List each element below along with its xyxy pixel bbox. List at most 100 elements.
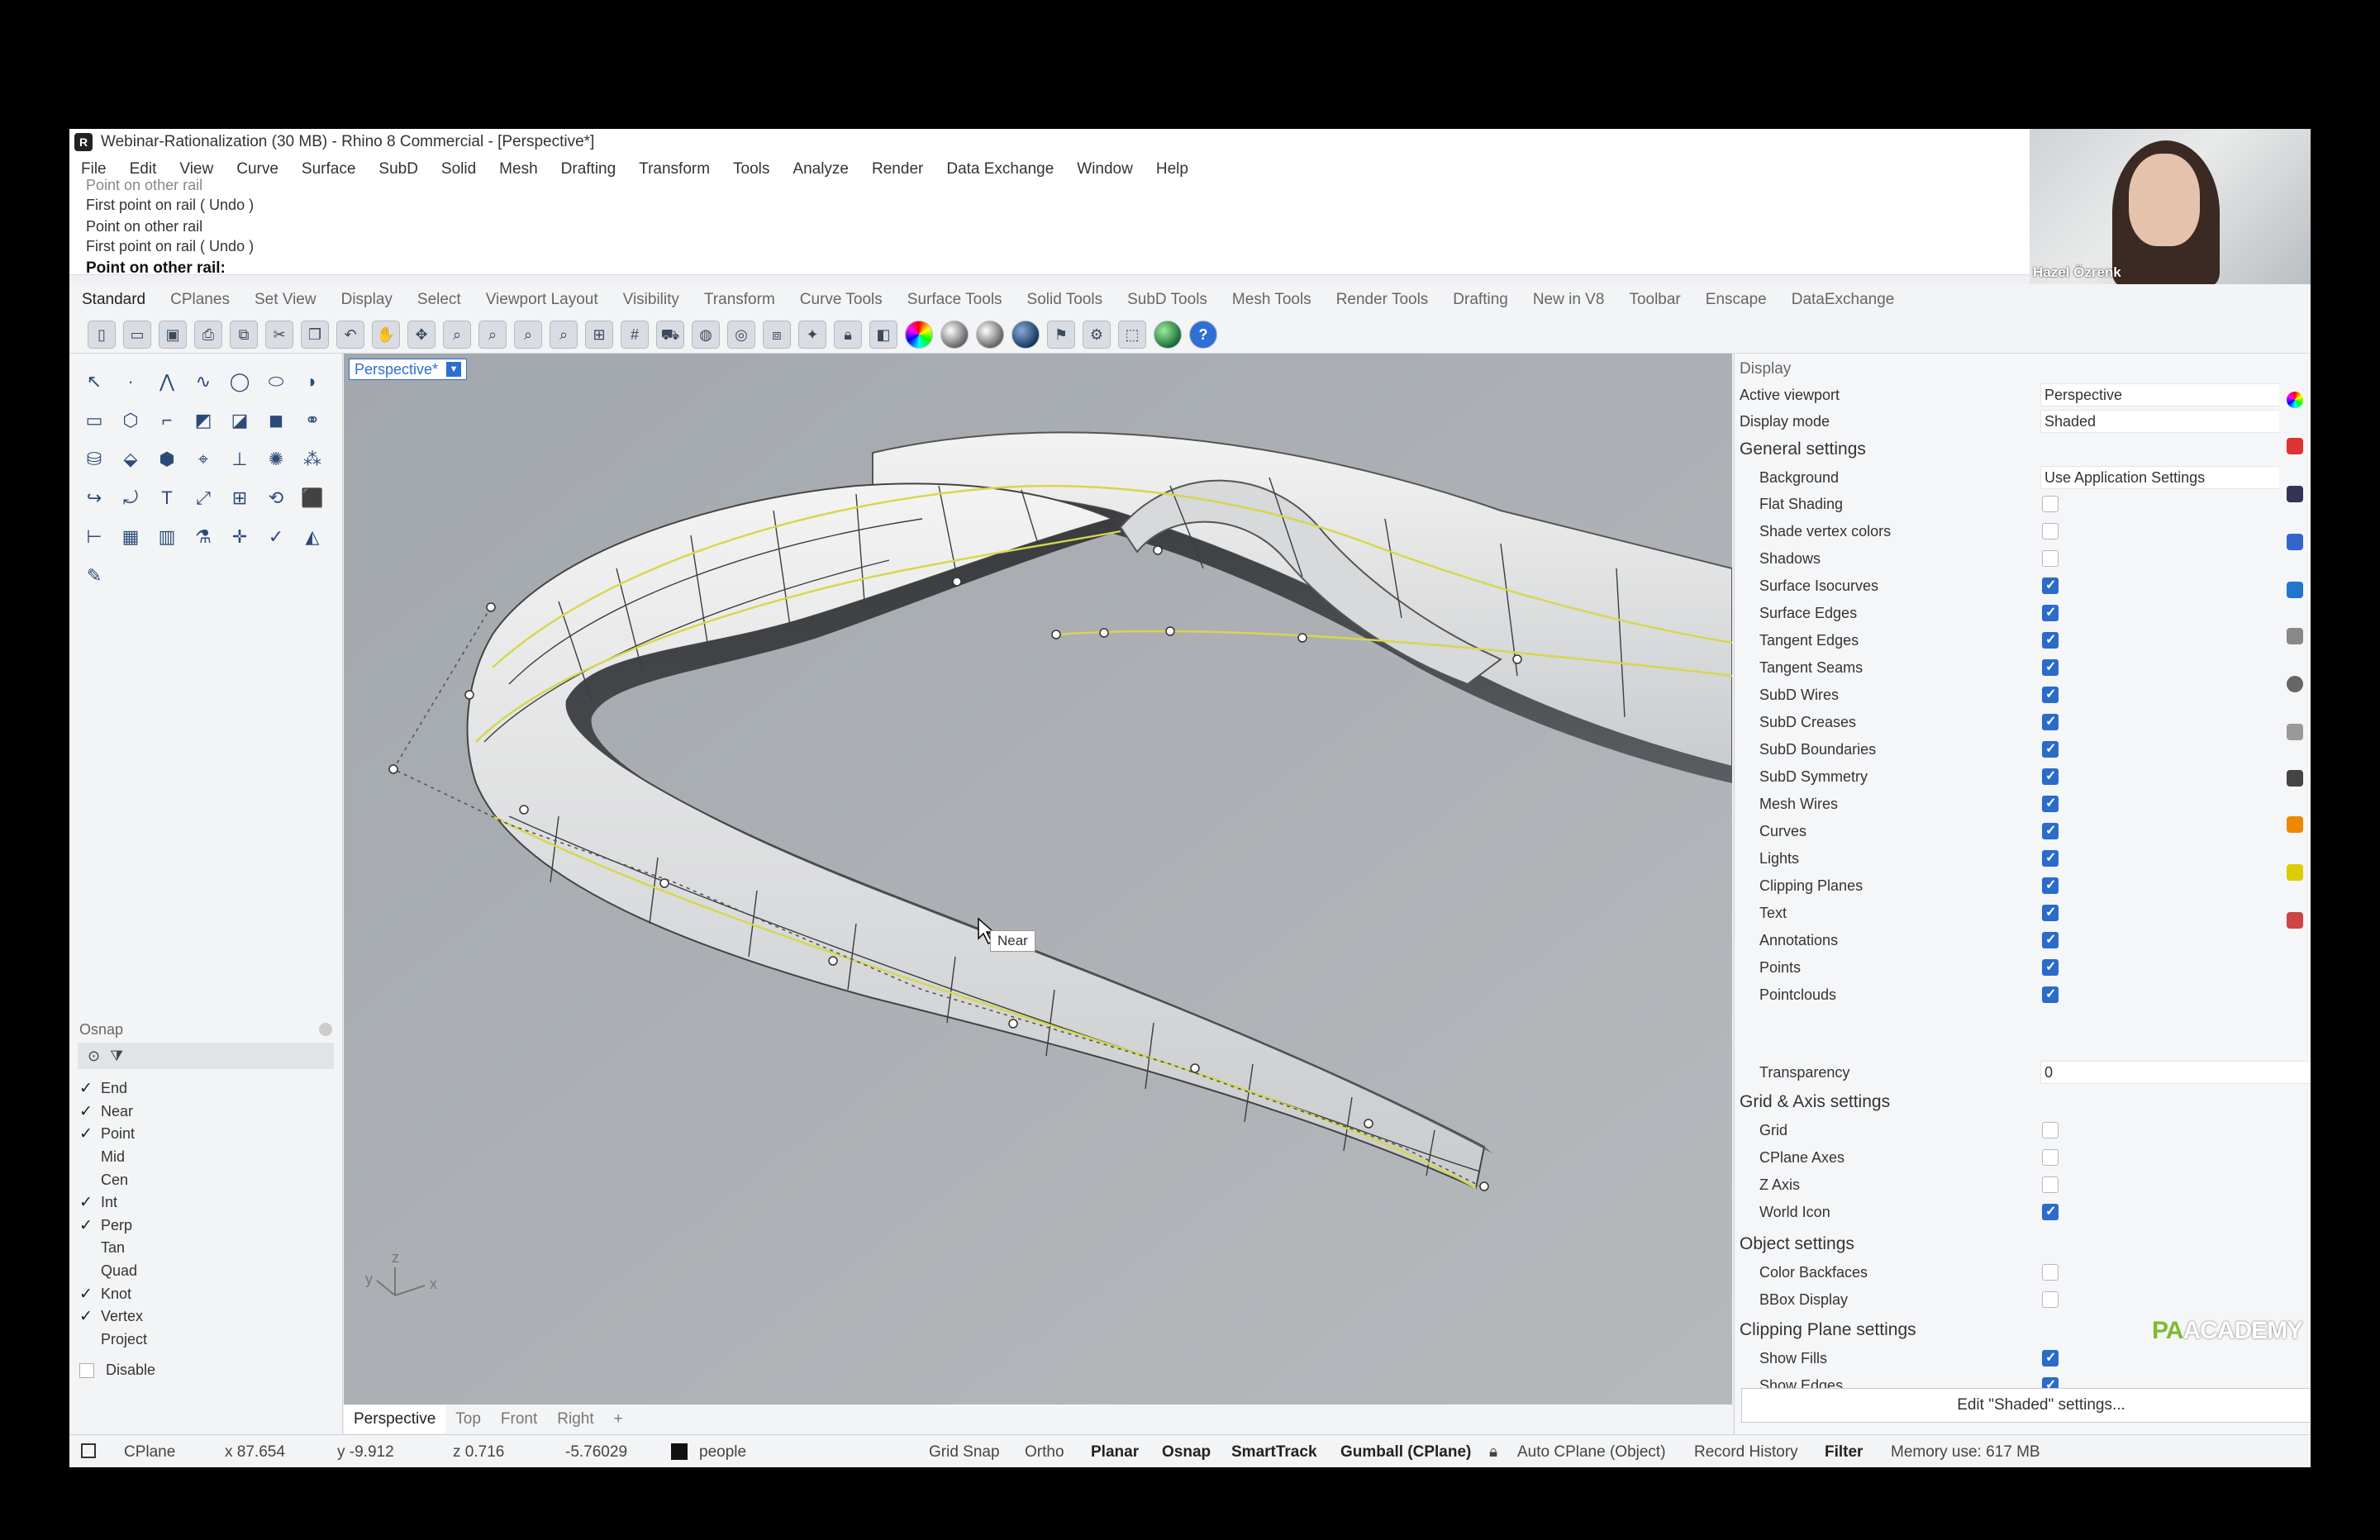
move-icon[interactable]: ✥ [407, 320, 436, 349]
boolean-icon[interactable]: ⚭ [296, 404, 329, 437]
fillet-curve-icon[interactable]: ⌐ [150, 404, 183, 437]
menu-data-exchange[interactable]: Data Exchange [935, 160, 1065, 178]
trim-icon[interactable]: ⌖ [187, 443, 220, 476]
zoom-icon[interactable]: ⌕ [443, 320, 471, 349]
target-icon[interactable]: ◎ [727, 320, 755, 349]
explode-icon[interactable]: ✺ [259, 443, 293, 476]
tab-perspective[interactable]: Perspective [344, 1405, 446, 1433]
scale-icon[interactable]: ⤢ [187, 482, 220, 515]
sun-panel-icon[interactable] [2287, 676, 2303, 692]
edit-shaded-settings-button[interactable]: Edit "Shaded" settings... [1741, 1388, 2311, 1423]
general-setting-checkbox[interactable] [2042, 931, 2059, 948]
layer-color-swatch[interactable] [671, 1443, 688, 1460]
tab-subd-tools[interactable]: SubD Tools [1115, 291, 1220, 309]
new-file-icon[interactable]: ▯ [88, 320, 116, 349]
viewport-menu-arrow-icon[interactable]: ▼ [446, 362, 462, 377]
osnap-item-int[interactable]: ✓ Int [79, 1191, 147, 1214]
general-setting-checkbox[interactable] [2042, 986, 2059, 1003]
menu-analyze[interactable]: Analyze [781, 160, 860, 178]
grid-snap-toggle[interactable]: Grid Snap [929, 1443, 1000, 1462]
osnap-item-near[interactable]: ✓ Near [79, 1100, 147, 1124]
general-setting-checkbox[interactable] [2042, 496, 2059, 512]
osnap-toggle[interactable]: Osnap [1162, 1443, 1211, 1462]
osnap-item-quad[interactable]: Quad [79, 1260, 147, 1283]
help-panel-icon[interactable] [2287, 864, 2303, 881]
menu-view[interactable]: View [168, 160, 225, 178]
osnap-disable[interactable]: Disable [79, 1362, 155, 1379]
disable-checkbox[interactable] [79, 1362, 94, 1378]
rectangle-icon[interactable]: ▭ [78, 404, 111, 437]
general-setting-checkbox[interactable] [2042, 713, 2059, 730]
tab-drafting[interactable]: Drafting [1440, 291, 1521, 309]
undo-icon[interactable]: ↶ [336, 320, 364, 349]
properties-icon[interactable]: ◧ [869, 320, 897, 349]
tab-mesh-tools[interactable]: Mesh Tools [1220, 291, 1324, 309]
car-icon[interactable]: ⛟ [656, 320, 684, 349]
globe-icon[interactable] [1154, 320, 1182, 349]
tab-solid-tools[interactable]: Solid Tools [1015, 291, 1116, 309]
grid-setting-checkbox[interactable] [2042, 1149, 2059, 1166]
cylinder-icon[interactable]: ⛁ [78, 443, 111, 476]
status-toggle-icon[interactable] [81, 1443, 96, 1458]
general-setting-checkbox[interactable] [2042, 686, 2059, 703]
grid-icon[interactable]: # [621, 320, 649, 349]
filter-toggle[interactable]: Filter [1825, 1443, 1863, 1462]
record-history-toggle[interactable]: Record History [1694, 1443, 1798, 1462]
general-setting-checkbox[interactable] [2042, 577, 2059, 594]
general-setting-checkbox[interactable] [2042, 550, 2059, 567]
pan-icon[interactable]: ✋ [372, 320, 400, 349]
active-viewport-field[interactable]: Perspective [2040, 383, 2311, 406]
object-setting-checkbox[interactable] [2042, 1264, 2059, 1281]
clipping-setting-checkbox[interactable] [2042, 1349, 2059, 1367]
surface-from-curves-icon[interactable]: ◪ [223, 404, 256, 437]
four-viewports-icon[interactable]: ⊞ [585, 320, 613, 349]
group-icon[interactable]: ⁂ [296, 443, 329, 476]
rotate-icon[interactable]: ⟲ [259, 482, 293, 515]
notification-panel-icon[interactable] [2287, 582, 2303, 598]
menu-subd[interactable]: SubD [367, 160, 430, 178]
osnap-item-end[interactable]: ✓ End [79, 1077, 147, 1100]
menu-edit[interactable]: Edit [118, 160, 169, 178]
osnap-options-icon[interactable] [319, 1023, 332, 1036]
menu-tools[interactable]: Tools [721, 160, 781, 178]
analyze-icon[interactable]: ⚗ [187, 520, 220, 554]
color-wheel-icon[interactable] [905, 320, 933, 349]
render-panel-icon[interactable] [2287, 816, 2303, 833]
add-viewport-tab-icon[interactable]: + [604, 1410, 633, 1428]
tab-top[interactable]: Top [445, 1410, 491, 1428]
select-arrow-icon[interactable]: ↖ [78, 365, 111, 398]
point-icon[interactable]: · [114, 365, 147, 398]
menu-curve[interactable]: Curve [225, 160, 290, 178]
save-icon[interactable]: ▣ [159, 320, 187, 349]
general-setting-checkbox[interactable] [2042, 523, 2059, 539]
osnap-item-tan[interactable]: Tan [79, 1237, 147, 1260]
paint-icon[interactable]: ✎ [78, 559, 111, 592]
array-icon[interactable]: ⊞ [223, 482, 256, 515]
menu-help[interactable]: Help [1145, 160, 1200, 178]
general-setting-checkbox[interactable] [2042, 877, 2059, 894]
lock-icon[interactable]: 🔒︎ [1489, 1443, 1497, 1462]
extrude-icon[interactable]: ⬙ [114, 443, 147, 476]
menu-window[interactable]: Window [1065, 160, 1145, 178]
help-icon[interactable]: ? [1189, 320, 1217, 349]
environment-icon[interactable] [1011, 320, 1040, 349]
tab-visibility[interactable]: Visibility [611, 291, 692, 309]
object-setting-checkbox[interactable] [2042, 1291, 2059, 1308]
menu-surface[interactable]: Surface [290, 160, 367, 178]
print-icon[interactable]: ⎙ [194, 320, 222, 349]
viewport-title[interactable]: Perspective* ▼ [349, 359, 468, 380]
environment-panel-icon[interactable] [2287, 628, 2303, 644]
general-setting-checkbox[interactable] [2042, 604, 2059, 621]
general-setting-checkbox[interactable] [2042, 849, 2059, 867]
general-setting-checkbox[interactable] [2042, 768, 2059, 785]
zoom-extents-icon[interactable]: ⌕ [514, 320, 542, 349]
grid-setting-checkbox[interactable] [2042, 1122, 2059, 1138]
general-setting-checkbox[interactable] [2042, 958, 2059, 976]
osnap-item-project[interactable]: Project [79, 1328, 147, 1352]
tab-toolbar[interactable]: Toolbar [1616, 291, 1692, 309]
sphere-icon[interactable] [940, 320, 969, 349]
polygon-icon[interactable]: ⬡ [114, 404, 147, 437]
tab-front[interactable]: Front [491, 1410, 547, 1428]
osnap-item-mid[interactable]: Mid [79, 1146, 147, 1169]
tab-display[interactable]: Display [329, 291, 405, 309]
